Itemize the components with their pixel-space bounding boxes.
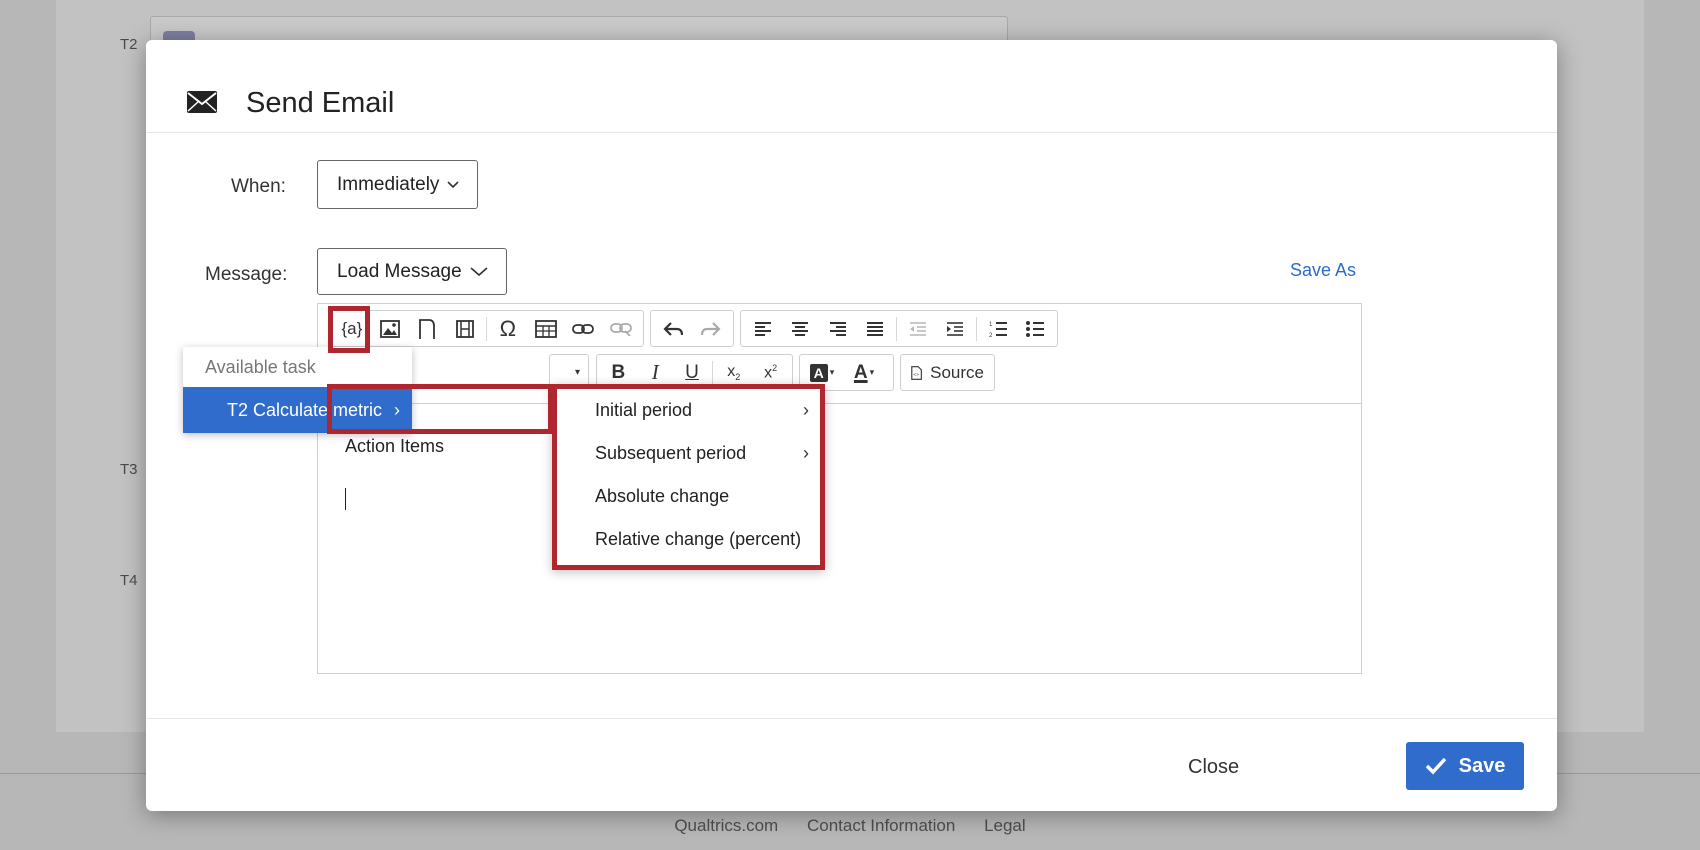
flag-icon xyxy=(419,318,436,339)
envelope-icon xyxy=(187,91,217,113)
redo-button[interactable] xyxy=(692,312,730,345)
unlink-icon xyxy=(610,322,633,336)
row-label-t3: T3 xyxy=(120,461,138,478)
align-left-icon xyxy=(754,321,771,336)
film-icon xyxy=(456,319,475,338)
chevron-down-icon: ▾ xyxy=(575,367,581,378)
italic-icon: I xyxy=(651,360,659,384)
modal-header: Send Email xyxy=(146,40,1557,133)
justify-icon xyxy=(867,321,884,336)
footer-link-contact[interactable]: Contact Information xyxy=(807,816,955,835)
toolbar-group-history xyxy=(650,310,734,347)
submenu-item-initial-period[interactable]: Initial period › xyxy=(552,395,825,438)
when-dropdown[interactable]: Immediately xyxy=(317,160,478,209)
align-left-button[interactable] xyxy=(744,312,782,345)
align-right-button[interactable] xyxy=(819,312,857,345)
numbered-list-button[interactable]: 12 xyxy=(979,312,1017,345)
chevron-down-icon xyxy=(447,180,459,188)
subscript-icon: x2 xyxy=(727,362,741,383)
piped-text-button[interactable]: {a} xyxy=(333,312,371,345)
submenu-item-subsequent-period[interactable]: Subsequent period › xyxy=(552,438,825,481)
chevron-right-icon: › xyxy=(803,443,809,463)
numbered-list-icon: 12 xyxy=(989,321,1007,338)
piped-text-menu: Available task T2 Calculate metric › xyxy=(183,347,412,433)
load-message-dropdown[interactable]: Load Message xyxy=(317,248,507,295)
indent-button[interactable] xyxy=(936,312,974,345)
source-icon: <> xyxy=(911,365,922,380)
message-label: Message: xyxy=(205,264,288,285)
image-icon xyxy=(379,319,400,338)
text-color-icon: A xyxy=(853,361,868,383)
chevron-down-icon xyxy=(470,266,488,276)
modal-title: Send Email xyxy=(246,87,395,119)
link-button[interactable] xyxy=(565,312,603,345)
bold-icon: B xyxy=(611,361,626,383)
save-button[interactable]: Save xyxy=(1406,742,1524,790)
video-button[interactable] xyxy=(446,312,484,345)
text-color-button[interactable]: A ▾ xyxy=(841,356,887,389)
unlink-button[interactable] xyxy=(602,312,640,345)
save-label: Save xyxy=(1458,754,1506,777)
piped-text-icon: {a} xyxy=(341,318,363,338)
editor-toolbar: {a} Ω 1 2 ▾ B I U x2 x2 A ▾ A ▾ <> Sourc… xyxy=(318,304,1361,404)
bullet-list-button[interactable] xyxy=(1016,312,1054,345)
menu-item-label: T2 Calculate metric xyxy=(227,400,383,420)
editor-content[interactable]: Action Items xyxy=(318,404,1361,674)
toolbar-separator xyxy=(712,360,714,385)
link-icon xyxy=(572,323,595,334)
submenu-item-absolute-change[interactable]: Absolute change xyxy=(552,481,825,524)
background-color-icon: A xyxy=(809,363,828,382)
page-break-button[interactable] xyxy=(409,312,447,345)
modal-footer xyxy=(146,718,1557,811)
row-label-t4: T4 xyxy=(120,572,138,589)
svg-text:2: 2 xyxy=(989,333,993,338)
save-as-link[interactable]: Save As xyxy=(1290,260,1356,281)
align-center-icon xyxy=(792,321,809,336)
submenu-item-relative-change[interactable]: Relative change (percent) xyxy=(552,524,825,567)
underline-icon: U xyxy=(685,361,699,383)
special-char-button[interactable]: Ω xyxy=(489,312,527,345)
footer-link-qualtrics[interactable]: Qualtrics.com xyxy=(674,816,778,835)
table-icon xyxy=(534,319,557,338)
redo-icon xyxy=(701,321,721,336)
undo-icon xyxy=(663,321,683,336)
checkmark-icon xyxy=(1425,757,1446,775)
bullet-list-icon xyxy=(1026,320,1045,337)
menu-item-t2-calculate-metric[interactable]: T2 Calculate metric › xyxy=(183,387,412,433)
when-value: Immediately xyxy=(337,173,440,195)
superscript-icon: x2 xyxy=(764,362,778,382)
editor-text-line: Action Items xyxy=(345,436,445,456)
text-caret xyxy=(345,488,346,510)
align-center-button[interactable] xyxy=(782,312,820,345)
close-button[interactable]: Close xyxy=(1188,756,1239,779)
metric-submenu: Initial period › Subsequent period › Abs… xyxy=(552,384,825,570)
justify-button[interactable] xyxy=(857,312,895,345)
row-label-t2: T2 xyxy=(120,36,138,53)
outdent-icon xyxy=(909,321,926,336)
rich-text-editor[interactable]: {a} Ω 1 2 ▾ B I U x2 x2 A ▾ A ▾ <> Sourc… xyxy=(317,303,1362,674)
omega-icon: Ω xyxy=(499,315,517,341)
menu-header: Available task xyxy=(205,357,316,377)
indent-icon xyxy=(947,321,964,336)
toolbar-separator xyxy=(896,316,897,341)
toolbar-group-paragraph: 12 xyxy=(740,310,1058,347)
toolbar-separator xyxy=(975,316,977,341)
undo-button[interactable] xyxy=(654,312,692,345)
chevron-right-icon: › xyxy=(394,400,400,420)
table-button[interactable] xyxy=(527,312,565,345)
toolbar-group-insert: {a} Ω xyxy=(329,310,644,347)
svg-text:1: 1 xyxy=(989,322,993,328)
load-message-label: Load Message xyxy=(337,260,462,282)
image-button[interactable] xyxy=(371,312,409,345)
footer-link-legal[interactable]: Legal xyxy=(984,816,1026,835)
site-footer: Qualtrics.com Contact Information Legal xyxy=(0,816,1700,836)
svg-text:<>: <> xyxy=(913,372,919,378)
when-label: When: xyxy=(231,176,286,197)
align-right-icon xyxy=(829,321,846,336)
chevron-right-icon: › xyxy=(803,400,809,420)
toolbar-separator xyxy=(486,316,487,341)
outdent-button[interactable] xyxy=(899,312,937,345)
source-button[interactable]: <> Source xyxy=(900,354,995,391)
source-label: Source xyxy=(930,362,984,382)
